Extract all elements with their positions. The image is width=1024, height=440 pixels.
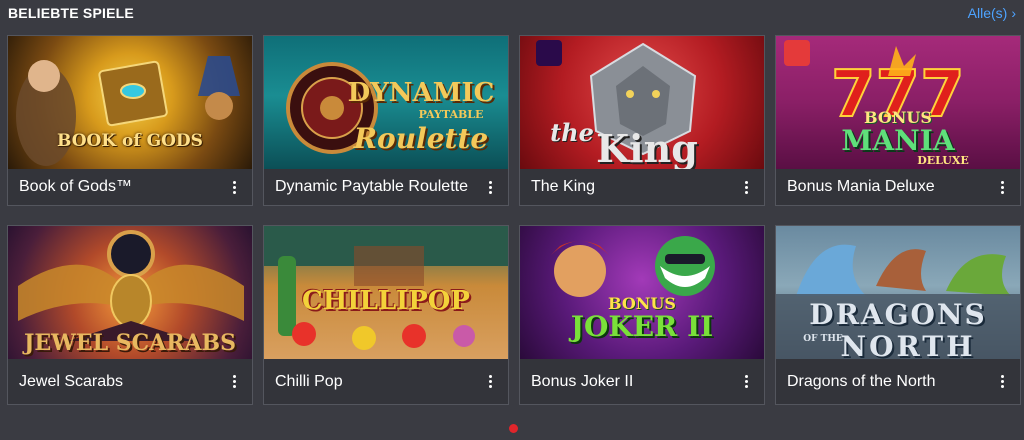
game-card-chilli-pop[interactable]: CHILLIPOP Chilli Pop [263,225,509,405]
game-card-book-of-gods[interactable]: BOOK of GODS Book of Gods™ [7,35,253,206]
game-title[interactable]: Jewel Scarabs [19,373,123,391]
more-options-icon[interactable] [996,180,1008,194]
game-art-logo-line1: DRAGONS [809,298,987,331]
game-title[interactable]: Bonus Joker II [531,373,633,391]
game-art-logo-line2: PAYTABLE [418,108,484,121]
game-card-the-king[interactable]: the King The King [519,35,765,206]
game-art-logo: JEWEL SCARABS [23,330,237,356]
see-all-link[interactable]: Alle(s) › [968,5,1016,21]
game-title[interactable]: The King [531,178,595,196]
game-card-bonus-joker-ii[interactable]: BONUS JOKER II Bonus Joker II [519,225,765,405]
card-footer: Bonus Mania Deluxe [776,169,1020,205]
game-card-dragons-of-the-north[interactable]: DRAGONS OF THE NORTH Dragons of the Nort… [775,225,1021,405]
chevron-right-icon: › [1011,5,1016,21]
game-thumbnail[interactable]: CHILLIPOP [264,226,508,359]
game-card-dynamic-paytable-roulette[interactable]: DYNAMIC PAYTABLE Roulette Dynamic Paytab… [263,35,509,206]
card-footer: Bonus Joker II [520,359,764,404]
game-title[interactable]: Dynamic Paytable Roulette [275,178,468,196]
game-art-logo-line2: King [596,126,698,169]
more-options-icon[interactable] [996,375,1008,388]
game-art-logo-line3: DELUXE [917,154,969,167]
carousel-page-dot-active[interactable] [509,424,518,433]
games-grid: BOOK of GODS Book of Gods™ DYNAMIC PAYTA… [7,35,1021,405]
game-title[interactable]: Dragons of the North [787,373,936,391]
more-options-icon[interactable] [228,180,240,194]
game-thumbnail[interactable]: JEWEL SCARABS [8,226,252,359]
game-thumbnail[interactable]: 777 BONUS MANIA DELUXE [776,36,1020,169]
game-title[interactable]: Chilli Pop [275,373,343,391]
card-footer: Chilli Pop [264,359,508,404]
game-thumbnail[interactable]: BOOK of GODS [8,36,252,169]
card-footer: Jewel Scarabs [8,359,252,404]
card-footer: The King [520,169,764,205]
card-footer: Dragons of the North [776,359,1020,404]
game-card-jewel-scarabs[interactable]: JEWEL SCARABS Jewel Scarabs [7,225,253,405]
section-header: BELIEBTE SPIELE Alle(s) › [8,2,1016,24]
more-options-icon[interactable] [484,180,496,194]
section-title: BELIEBTE SPIELE [8,5,134,21]
game-art-logo-line3: NORTH [840,330,976,359]
game-thumbnail[interactable]: the King [520,36,764,169]
more-options-icon[interactable] [484,375,496,388]
more-options-icon[interactable] [228,375,240,388]
card-footer: Dynamic Paytable Roulette [264,169,508,205]
game-art-logo-line2: MANIA [841,124,955,157]
game-title[interactable]: Bonus Mania Deluxe [787,178,935,196]
see-all-label: Alle(s) [967,5,1008,21]
game-title[interactable]: Book of Gods™ [19,178,132,196]
game-card-bonus-mania-deluxe[interactable]: 777 BONUS MANIA DELUXE Bonus Mania Delux… [775,35,1021,206]
game-art-logo-line2: JOKER II [570,310,714,343]
game-thumbnail[interactable]: DRAGONS OF THE NORTH [776,226,1020,359]
card-footer: Book of Gods™ [8,169,252,205]
more-options-icon[interactable] [740,375,752,388]
game-thumbnail[interactable]: BONUS JOKER II [520,226,764,359]
game-art-logo: BOOK of GODS [57,131,203,151]
game-art-logo-line3: Roulette [353,122,489,155]
game-art-logo-line1: DYNAMIC [347,78,495,108]
more-options-icon[interactable] [740,180,752,194]
game-art-logo: CHILLIPOP [302,286,470,316]
game-thumbnail[interactable]: DYNAMIC PAYTABLE Roulette [264,36,508,169]
